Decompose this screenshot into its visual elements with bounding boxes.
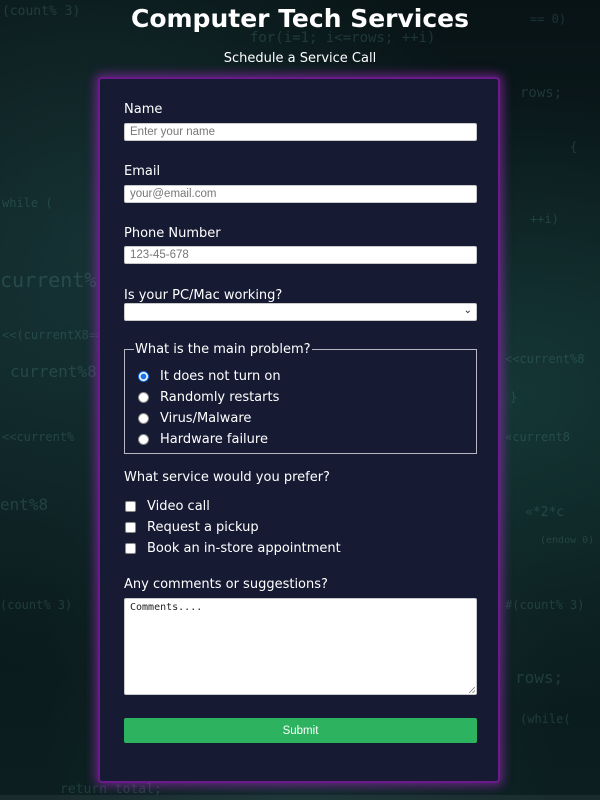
radio-button[interactable] xyxy=(138,433,149,445)
submit-button[interactable]: Submit xyxy=(124,718,477,743)
radio-button[interactable] xyxy=(138,412,149,424)
background-code-text: (count% 3) xyxy=(0,598,73,612)
service-option-label: Request a pickup xyxy=(147,519,259,535)
radio-button-selected[interactable] xyxy=(138,370,149,382)
background-code-text: <<(currentX8== xyxy=(2,328,104,342)
service-label: What service would you prefer? xyxy=(124,470,330,485)
background-code-text: (endow 0) xyxy=(540,535,595,546)
background-code-text: #(count% 3) xyxy=(505,598,585,612)
radio-button[interactable] xyxy=(138,391,149,403)
background-code-text: { xyxy=(570,140,578,154)
email-input[interactable] xyxy=(124,185,477,203)
service-option[interactable]: Book an in-store appointment xyxy=(125,539,341,557)
problem-option-label: Randomly restarts xyxy=(160,389,280,405)
resize-grip-icon[interactable] xyxy=(469,687,475,693)
checkbox[interactable] xyxy=(125,500,136,512)
background-code-text: «*2*c xyxy=(525,505,565,520)
page-subtitle: Schedule a Service Call xyxy=(223,51,377,66)
service-option-label: Video call xyxy=(147,498,210,514)
background-code-text: «current8 xyxy=(505,430,571,444)
email-label: Email xyxy=(124,164,161,179)
bottom-strip xyxy=(0,795,600,800)
problem-option[interactable]: Virus/Malware xyxy=(138,409,251,427)
checkbox[interactable] xyxy=(125,542,136,554)
service-option[interactable]: Request a pickup xyxy=(125,518,259,536)
problem-option[interactable]: Randomly restarts xyxy=(138,388,279,406)
page-title: Computer Tech Services xyxy=(130,4,470,33)
problem-option[interactable]: Hardware failure xyxy=(138,430,268,448)
service-option[interactable]: Video call xyxy=(125,497,210,515)
background-code-text: } xyxy=(510,390,518,404)
service-call-form: Name Email Phone Number Is your PC/Mac w… xyxy=(98,77,500,783)
background-code-text: <<current%8 xyxy=(505,352,585,366)
service-option-label: Book an in-store appointment xyxy=(147,540,341,556)
background-code-text: current% xyxy=(0,268,97,292)
problem-option-label: It does not turn on xyxy=(160,368,281,384)
problem-option-label: Virus/Malware xyxy=(160,410,252,426)
problem-legend: What is the main problem? xyxy=(135,342,311,357)
background-code-text: <<current% xyxy=(2,430,75,444)
comments-label: Any comments or suggestions? xyxy=(124,577,328,592)
background-code-text: ent%8 xyxy=(0,495,49,514)
working-label: Is your PC/Mac working? xyxy=(124,288,283,303)
background-code-text: rows; xyxy=(520,85,563,101)
phone-label: Phone Number xyxy=(124,226,221,241)
checkbox[interactable] xyxy=(125,521,136,533)
working-select[interactable]: ⌄ xyxy=(124,303,477,321)
name-input[interactable] xyxy=(124,123,477,141)
comments-textarea[interactable] xyxy=(124,598,477,695)
phone-input[interactable] xyxy=(124,246,477,264)
name-label: Name xyxy=(124,102,163,117)
chevron-down-icon: ⌄ xyxy=(463,305,472,316)
problem-option[interactable]: It does not turn on xyxy=(138,367,281,385)
background-code-text: while ( xyxy=(2,196,53,210)
problem-fieldset: What is the main problem? It does not tu… xyxy=(124,342,477,454)
problem-option-label: Hardware failure xyxy=(160,431,268,447)
background-code-text: current%8 xyxy=(10,362,97,381)
background-code-text: (while( xyxy=(520,712,571,726)
background-code-text: rows; xyxy=(515,668,564,687)
background-code-text: ++i) xyxy=(530,212,559,226)
